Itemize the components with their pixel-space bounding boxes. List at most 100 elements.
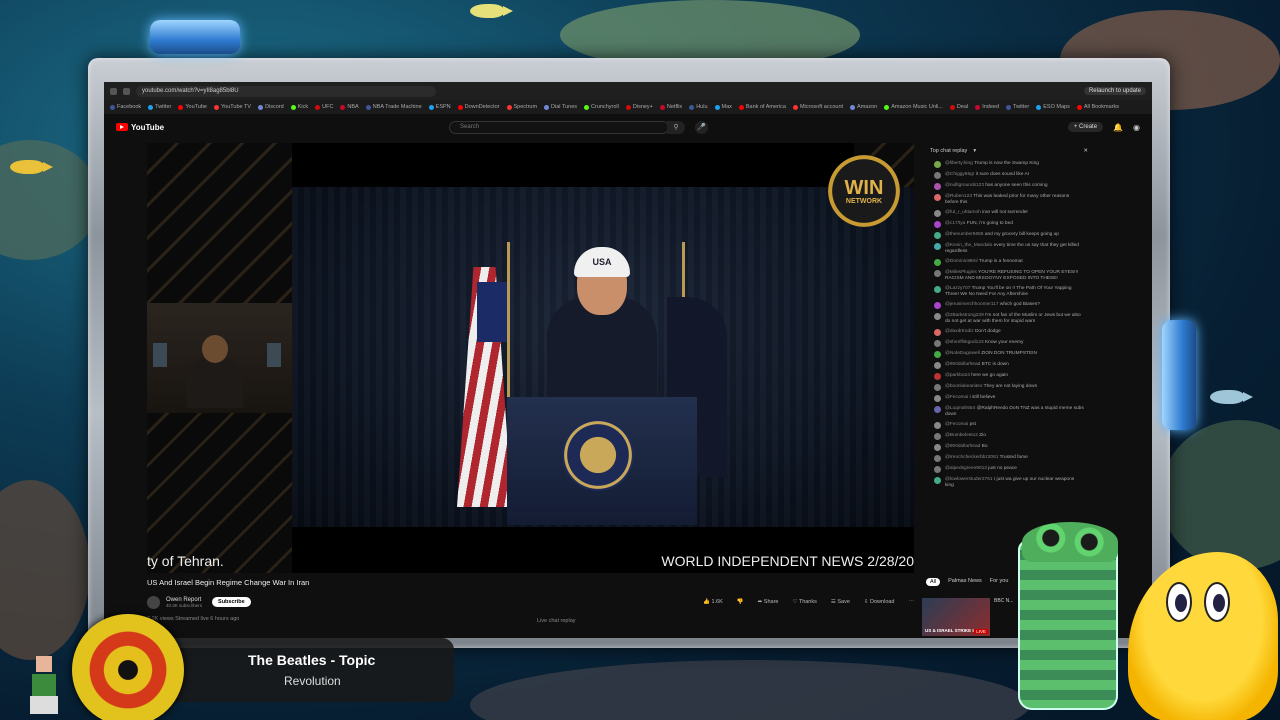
chat-username[interactable]: @sheriffskgod123 [945,340,984,345]
chat-username[interactable]: @Fecomai [945,422,968,427]
bookmark-item[interactable]: Twitter [148,104,171,110]
bookmark-item[interactable]: YouTube TV [213,104,251,110]
chat-avatar[interactable] [934,161,941,168]
chat-username[interactable]: @fut_r_uhtamoh [945,210,981,215]
chat-avatar[interactable] [934,232,941,239]
chat-username[interactable]: @Dominic98ml [945,259,978,264]
relaunch-button[interactable]: Relaunch to update [1083,87,1146,95]
chat-avatar[interactable] [934,183,941,190]
youtube-logo[interactable]: YouTube [116,123,164,132]
chat-avatar[interactable] [934,210,941,217]
close-icon[interactable]: ✕ [1083,148,1088,154]
chat-avatar[interactable] [934,270,941,277]
bookmark-item[interactable]: Netflix [659,104,682,110]
chat-avatar[interactable] [934,444,941,451]
notifications-icon[interactable]: 🔔 [1113,123,1123,132]
chat-username[interactable]: @liberty:king [945,161,973,166]
chat-username[interactable]: @MilesPlugins [945,270,977,275]
chat-username[interactable]: @Fecomai [945,395,968,400]
bookmark-item[interactable]: Kick [290,104,308,110]
search-icon[interactable]: ⚲ [667,120,686,134]
bookmark-item[interactable]: Amazon [850,104,877,110]
filter-chip[interactable]: All [926,578,941,586]
bookmark-item[interactable]: Microsoft account [792,104,843,110]
chat-username[interactable]: @Ruben123 [945,194,972,199]
chat-avatar[interactable] [934,329,941,336]
chat-avatar[interactable] [934,313,941,320]
chat-username[interactable]: @parkbo24 [945,373,970,378]
chat-avatar[interactable] [934,259,941,266]
bookmark-item[interactable]: YouTube [178,104,207,110]
bookmark-item[interactable]: NBA [340,104,359,110]
chat-username[interactable]: @Chiggy55gr [945,172,974,177]
filter-chip[interactable]: For you [990,578,1009,586]
chat-username[interactable]: @Luqmah554 [945,406,975,411]
bookmark-item[interactable]: All Bookmarks [1076,104,1119,110]
channel-name[interactable]: Owen Report [166,597,202,603]
bookmark-item[interactable]: NBA Trade Machine [365,104,422,110]
like-button[interactable]: 👍 1.6K [703,599,723,605]
bookmark-item[interactable]: Disney+ [625,104,653,110]
chat-username[interactable]: @lowlowerstuder2761 [945,477,993,482]
subscribe-button[interactable]: Subscribe [212,597,251,607]
chat-avatar[interactable] [934,395,941,402]
chat-username[interactable]: @c17/tya [945,221,965,226]
share-button[interactable]: ➦ Share [758,599,779,605]
bookmark-item[interactable]: Spectrum [506,104,537,110]
bookmark-item[interactable]: Max [714,104,732,110]
chat-avatar[interactable] [934,340,941,347]
chat-mode-dropdown[interactable]: Top chat replay [930,148,967,154]
chat-username[interactable]: @Kevin_the_Mandalo [945,243,992,248]
chat-username[interactable]: @2Barkstrong239 [945,313,984,318]
chat-avatar[interactable] [934,384,941,391]
save-button[interactable]: ☰ Save [831,599,850,605]
chat-avatar[interactable] [934,243,941,250]
avatar[interactable]: ◉ [1133,123,1140,132]
reload-icon[interactable] [123,87,130,95]
create-button[interactable]: + Create [1067,122,1104,132]
video-player[interactable]: USA WIN NETWORK ty of Tehran. WORLD INDE… [147,143,914,573]
dislike-icon[interactable]: 👎 [737,599,744,605]
chat-username[interactable]: @thenumber5666 [945,232,983,237]
bookmark-item[interactable]: Twitter [1006,104,1029,110]
video-description[interactable]: 2.2K views Streamed live 6 hours ago [147,616,239,622]
chat-avatar[interactable] [934,172,941,179]
more-icon[interactable]: ⋯ [909,599,915,605]
chat-username[interactable]: @alpedsgreen9013 [945,466,987,471]
bookmark-item[interactable]: Crunchyroll [584,104,619,110]
chat-username[interactable]: @Bumbelesto2 [945,433,978,438]
chat-avatar[interactable] [934,194,941,201]
back-icon[interactable] [110,87,117,95]
bookmark-item[interactable]: Dial Tunes [544,104,577,110]
filter-chip[interactable]: Palmas News [948,578,982,586]
bookmark-item[interactable]: ESO Maps [1036,104,1070,110]
bookmark-item[interactable]: Amazon Music Unli... [884,104,943,110]
chat-avatar[interactable] [934,477,941,484]
chat-username[interactable]: @boonlukeaniteo [945,384,982,389]
download-button[interactable]: ⇩ Download [864,599,895,605]
chat-avatar[interactable] [934,455,941,462]
channel-avatar[interactable] [147,595,160,609]
search-input[interactable]: Search [449,120,670,134]
bookmark-item[interactable]: Hulu [689,104,708,110]
microphone-icon[interactable]: 🎤 [695,120,709,134]
bookmark-item[interactable]: Discord [258,104,284,110]
chat-username[interactable]: @daxdrtrodiz [945,329,974,334]
bookmark-item[interactable]: Bank of America [738,104,786,110]
chat-avatar[interactable] [934,302,941,309]
bookmark-item[interactable]: Deal [949,104,968,110]
chat-username[interactable]: @nulltgrounds123 [945,183,984,188]
chat-avatar[interactable] [934,221,941,228]
bookmark-item[interactable]: DownDetector [457,104,500,110]
chat-avatar[interactable] [934,422,941,429]
thanks-button[interactable]: ♡ Thanks [792,599,816,605]
chat-username[interactable]: @Lazzy707 [945,286,970,291]
url-input[interactable]: youtube.com/watch?v=yIl8ag85bl8U [136,85,436,97]
chat-username[interactable]: @900dollarhead [945,362,980,367]
recommended-video-thumbnail[interactable]: US & ISRAEL STRIKE IRAN LIVE [922,598,990,636]
bookmark-item[interactable]: Facebook [110,104,141,110]
chat-avatar[interactable] [934,286,941,293]
chat-username[interactable]: @900dollarhead [945,444,980,449]
bookmark-item[interactable]: UFC [315,104,333,110]
bookmark-item[interactable]: ESPN [428,104,451,110]
